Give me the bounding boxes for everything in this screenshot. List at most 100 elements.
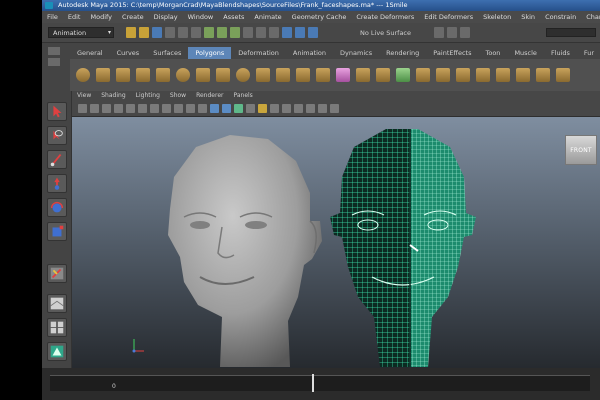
bookmarks-icon[interactable] [102,104,111,113]
toggle-channel-box-icon[interactable] [460,27,470,38]
menu-skin[interactable]: Skin [516,11,540,23]
resolution-gate-icon[interactable] [150,104,159,113]
ipr-render-icon[interactable] [295,27,305,38]
menu-animate[interactable]: Animate [249,11,286,23]
poly-prism-icon[interactable] [196,68,210,82]
shelf-tab-dynamics[interactable]: Dynamics [333,47,379,59]
menu-window[interactable]: Window [183,11,219,23]
select-by-component-icon[interactable] [191,27,201,38]
poly-torus-icon[interactable] [176,68,190,82]
extract-icon[interactable] [316,68,330,82]
rotate-tool-icon[interactable] [47,198,67,217]
camera-attributes-icon[interactable] [90,104,99,113]
move-tool-icon[interactable] [47,174,67,193]
snap-point-icon[interactable] [230,27,240,38]
append-polygon-icon[interactable] [416,68,430,82]
shelf-tab-deformation[interactable]: Deformation [231,47,286,59]
film-gate-icon[interactable] [138,104,147,113]
use-lights-icon[interactable] [258,104,267,113]
shelf-tab-fur[interactable]: Fur [577,47,600,59]
xray-icon[interactable] [330,104,339,113]
poly-cylinder-icon[interactable] [116,68,130,82]
menu-edit-deformers[interactable]: Edit Deformers [419,11,478,23]
safe-title-icon[interactable] [198,104,207,113]
render-icon[interactable] [282,27,292,38]
panel-menu-show[interactable]: Show [165,91,191,101]
wireframe-icon[interactable] [210,104,219,113]
extrude-icon[interactable] [376,68,390,82]
new-scene-icon[interactable] [126,27,136,38]
shelf-tab-toon[interactable]: Toon [478,47,507,59]
booleans-icon[interactable] [336,68,350,82]
separate-icon[interactable] [296,68,310,82]
wedge-icon[interactable] [536,68,550,82]
menu-create[interactable]: Create [117,11,149,23]
menu-create-deformers[interactable]: Create Deformers [351,11,419,23]
offset-edge-loop-icon[interactable] [476,68,490,82]
current-time-indicator[interactable] [312,374,314,392]
history-icon[interactable] [256,27,266,38]
layout-persp-icon[interactable] [47,342,67,361]
wireframe-on-shaded-icon[interactable] [234,104,243,113]
toggle-tool-settings-icon[interactable] [447,27,457,38]
shadows-icon[interactable] [270,104,279,113]
poly-pyramid-icon[interactable] [216,68,230,82]
shelf-tab-curves[interactable]: Curves [110,47,147,59]
split-polygon-icon[interactable] [436,68,450,82]
bevel-icon[interactable] [496,68,510,82]
time-slider-track[interactable] [50,375,590,391]
lasso-tool-icon[interactable] [47,126,67,145]
snap-grid-icon[interactable] [204,27,214,38]
menu-modify[interactable]: Modify [85,11,117,23]
shelf-tab-muscle[interactable]: Muscle [507,47,544,59]
shelf-tab-surfaces[interactable]: Surfaces [146,47,188,59]
perspective-viewport[interactable] [72,117,600,368]
poly-pipe-icon[interactable] [236,68,250,82]
wireframe-head-mesh[interactable] [330,129,476,367]
select-by-hierarchy-icon[interactable] [165,27,175,38]
smooth-shade-icon[interactable] [222,104,231,113]
isolate-select-icon[interactable] [318,104,327,113]
panel-menu-view[interactable]: View [72,91,96,101]
select-by-object-icon[interactable] [178,27,188,38]
panel-menu-panels[interactable]: Panels [228,91,257,101]
open-scene-icon[interactable] [139,27,149,38]
menu-display[interactable]: Display [149,11,183,23]
grid-toggle-icon[interactable] [126,104,135,113]
field-chart-icon[interactable] [174,104,183,113]
textured-icon[interactable] [246,104,255,113]
smooth-icon[interactable] [356,68,370,82]
menu-edit[interactable]: Edit [63,11,86,23]
snap-view-plane-icon[interactable] [243,27,253,38]
insert-edge-loop-icon[interactable] [456,68,470,82]
panel-menu-renderer[interactable]: Renderer [191,91,228,101]
render-settings-icon[interactable] [308,27,318,38]
shelf-tab-rendering[interactable]: Rendering [379,47,426,59]
snap-curve-icon[interactable] [217,27,227,38]
bridge-icon[interactable] [396,68,410,82]
screen-space-ao-icon[interactable] [282,104,291,113]
safe-action-icon[interactable] [186,104,195,113]
gate-mask-icon[interactable] [162,104,171,113]
poly-cone-icon[interactable] [136,68,150,82]
construction-history-icon[interactable] [269,27,279,38]
anti-aliasing-icon[interactable] [306,104,315,113]
command-search-input[interactable] [546,28,596,37]
poly-plane-icon[interactable] [156,68,170,82]
toggle-attribute-editor-icon[interactable] [434,27,444,38]
menu-geometry-cache[interactable]: Geometry Cache [287,11,352,23]
select-tool-icon[interactable] [47,102,67,121]
layout-four-icon[interactable] [47,318,67,337]
motion-blur-icon[interactable] [294,104,303,113]
shelf-tab-general[interactable]: General [70,47,110,59]
menu-file[interactable]: File [42,11,63,23]
time-slider[interactable]: 0 [42,368,600,400]
paint-select-icon[interactable] [47,150,67,169]
shelf-tab-fluids[interactable]: Fluids [544,47,577,59]
menu-assets[interactable]: Assets [218,11,249,23]
shelf-tab-painteffects[interactable]: PaintEffects [426,47,478,59]
shelf-menu-icon[interactable] [48,47,60,55]
poke-icon[interactable] [556,68,570,82]
layout-single-icon[interactable] [47,294,67,313]
soft-mod-icon[interactable] [47,264,67,283]
